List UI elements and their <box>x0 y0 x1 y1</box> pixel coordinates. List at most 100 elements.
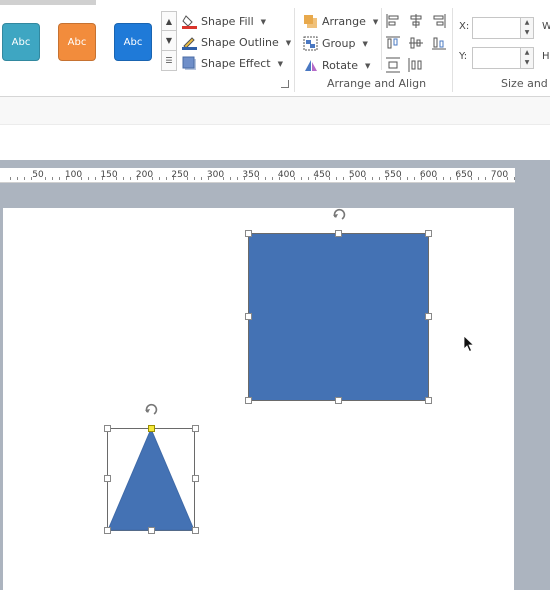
align-bottom-icon[interactable] <box>431 35 447 51</box>
shape-fill-button[interactable]: Shape Fill ▼ <box>182 14 266 29</box>
chevron-down-icon: ▼ <box>277 59 283 68</box>
resize-handle-w[interactable] <box>245 313 252 320</box>
gallery-down-button[interactable]: ▼ <box>162 31 176 51</box>
ruler-label: 550 <box>384 170 402 180</box>
ruler-tick <box>371 177 373 180</box>
group-label: Group <box>322 37 356 50</box>
arrange-and-align-group-label: Arrange and Align <box>327 77 427 90</box>
resize-handle-sw[interactable] <box>245 397 252 404</box>
ruler-label: 250 <box>171 170 189 180</box>
align-center-icon[interactable] <box>408 13 424 29</box>
height-label: H <box>542 51 550 62</box>
ruler-label: 400 <box>277 170 296 180</box>
ruler-tick <box>485 177 487 180</box>
gallery-more-button[interactable]: ☰ <box>162 51 176 70</box>
resize-handle-n[interactable] <box>335 230 342 237</box>
ruler-label: 200 <box>135 170 154 180</box>
ruler-tick <box>201 177 203 180</box>
y-label: Y: <box>459 51 468 62</box>
ruler-label: 100 <box>64 170 83 180</box>
ruler-tick <box>336 177 338 180</box>
ruler-tick <box>94 177 96 180</box>
resize-handle-sw[interactable] <box>104 527 111 534</box>
pen-outline-icon <box>182 35 197 50</box>
resize-handle-ne[interactable] <box>192 425 199 432</box>
ribbon-separator <box>381 8 382 70</box>
align-middle-icon[interactable] <box>408 35 424 51</box>
ruler-label: 50 <box>32 170 44 180</box>
x-spinner[interactable]: ▲ ▼ <box>520 17 534 39</box>
shape-outline-button[interactable]: Shape Outline ▼ <box>182 35 291 50</box>
ruler-tick <box>9 177 11 180</box>
rotate-handle-icon[interactable] <box>332 208 346 222</box>
mouse-cursor-icon <box>463 335 475 353</box>
width-label: W <box>542 21 550 32</box>
rotate-icon <box>303 58 318 73</box>
ruler-tick <box>130 177 132 180</box>
style-swatch-2[interactable]: Abc <box>58 23 96 61</box>
group-button[interactable]: Group ▼ <box>303 36 368 51</box>
swatch-label: Abc <box>67 36 87 48</box>
shape-effect-label: Shape Effect <box>201 57 271 70</box>
arrange-icon <box>303 14 318 29</box>
resize-handle-e[interactable] <box>425 313 432 320</box>
ruler-label: 700 <box>490 170 509 180</box>
gallery-up-button[interactable]: ▲ <box>162 12 176 32</box>
align-left-icon[interactable] <box>385 13 401 29</box>
resize-handle-w[interactable] <box>104 475 111 482</box>
swatch-label: Abc <box>123 36 143 48</box>
spin-up-icon[interactable]: ▲ <box>521 18 533 28</box>
ruler-tick <box>236 177 238 180</box>
ribbon-top-edge <box>0 0 96 5</box>
align-top-icon[interactable] <box>385 35 401 51</box>
y-spinner[interactable]: ▲ ▼ <box>520 47 534 69</box>
resize-handle-e[interactable] <box>192 475 199 482</box>
resize-handle-nw[interactable] <box>104 425 111 432</box>
style-swatch-3[interactable]: Abc <box>114 23 152 61</box>
rotate-handle-icon[interactable] <box>144 403 158 417</box>
ribbon: Abc Abc Abc ▲ ▼ ☰ Shape Fill ▼ Shape Out… <box>0 0 550 97</box>
ruler-tick <box>300 177 302 180</box>
ruler-tick <box>165 177 167 180</box>
size-group-label: Size and <box>501 77 548 90</box>
adjust-handle[interactable] <box>148 425 155 432</box>
resize-handle-se[interactable] <box>425 397 432 404</box>
ruler-tick <box>442 177 444 180</box>
style-swatch-1[interactable]: Abc <box>2 23 40 61</box>
chevron-down-icon: ▼ <box>285 38 292 47</box>
distribute-horizontal-icon[interactable] <box>408 57 424 73</box>
arrange-button[interactable]: Arrange ▼ <box>303 14 378 29</box>
ruler-tick <box>59 177 61 180</box>
ruler-tick <box>265 177 267 180</box>
ruler-tick <box>407 177 409 180</box>
ruler-tick <box>45 177 47 180</box>
rectangle-selection-frame <box>248 233 429 401</box>
distribute-vertical-icon[interactable] <box>385 57 401 73</box>
triangle-shape[interactable] <box>107 428 195 531</box>
swatch-label: Abc <box>11 36 31 48</box>
ruler-tick <box>158 177 160 180</box>
resize-handle-se[interactable] <box>192 527 199 534</box>
rotate-button[interactable]: Rotate ▼ <box>303 58 370 73</box>
align-right-icon[interactable] <box>431 13 447 29</box>
ruler-tick <box>194 177 196 180</box>
resize-handle-s[interactable] <box>148 527 155 534</box>
ruler-label: 300 <box>206 170 225 180</box>
ruler-tick <box>378 177 380 180</box>
dialog-launcher-icon[interactable] <box>281 80 289 88</box>
shape-outline-label: Shape Outline <box>201 36 279 49</box>
shape-effect-icon <box>182 56 197 71</box>
horizontal-ruler: 50 100 150 200 250 300 350 400 450 500 550 600 650 70… <box>0 168 515 183</box>
resize-handle-nw[interactable] <box>245 230 252 237</box>
ribbon-separator <box>452 8 453 92</box>
resize-handle-s[interactable] <box>335 397 342 404</box>
spin-down-icon[interactable]: ▼ <box>521 28 533 38</box>
ruler-tick <box>87 177 89 180</box>
spin-up-icon[interactable]: ▲ <box>521 48 533 58</box>
shape-effect-button[interactable]: Shape Effect ▼ <box>182 56 283 71</box>
spin-down-icon[interactable]: ▼ <box>521 58 533 68</box>
ruler-tick <box>52 177 54 180</box>
resize-handle-ne[interactable] <box>425 230 432 237</box>
ruler-tick <box>449 177 451 180</box>
ruler-tick <box>123 177 125 180</box>
